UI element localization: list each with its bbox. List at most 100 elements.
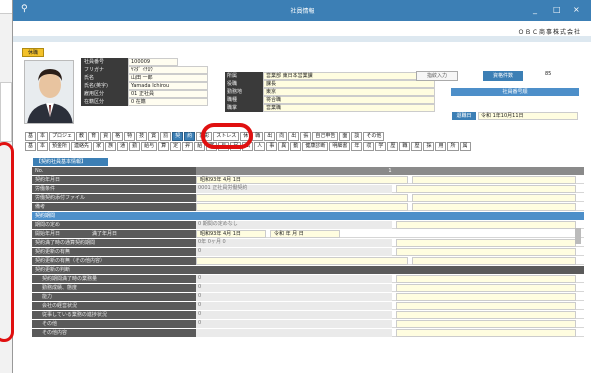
name-field[interactable]: 山田 一郎 [128,74,208,82]
job-type-field[interactable]: 将合職 [263,96,435,104]
tab-item[interactable]: 歴 [387,142,399,151]
employee-number-field[interactable]: 100009 [128,58,178,66]
tab-item[interactable]: 職 [399,142,411,151]
tab-item[interactable]: 談 [351,132,363,141]
furigana-field[interactable]: ﾔﾏﾀﾞ ｲﾁﾛｳ [128,66,208,74]
form-value[interactable] [196,257,408,265]
form-input[interactable] [396,221,576,229]
tab-item[interactable]: 格 [112,132,124,141]
tab-item[interactable]: 自己申告 [312,132,339,141]
tab-item[interactable]: 所 [447,142,459,151]
department-field[interactable]: 営業部 東日本営業課 [263,72,435,80]
tab-item[interactable]: 育 [88,132,100,141]
tab-item[interactable]: 技 [136,132,148,141]
tab-item[interactable]: 向 [276,132,288,141]
form-value[interactable]: 0 [196,320,392,328]
scrollbar-thumb[interactable] [575,228,581,244]
tab-item[interactable]: 事 [266,142,278,151]
tab-item[interactable]: 算 [158,142,170,151]
tab-item[interactable]: 賞 [148,132,160,141]
form-input[interactable] [412,194,576,202]
tab-item[interactable]: 教 [76,132,88,141]
form-input[interactable] [412,257,576,265]
tab-item[interactable]: 出 [264,132,276,141]
form-input[interactable] [396,311,576,319]
employee-number-order-bar[interactable]: 社員番号順 [451,88,579,96]
tab-item[interactable]: 基 [25,142,37,151]
start-date-field[interactable]: 昭和93年 4月 1日 [196,230,266,238]
tab-item[interactable]: 異 [278,142,290,151]
tab-item[interactable]: 人 [254,142,266,151]
form-input[interactable] [396,293,576,301]
enrollment-status-field[interactable]: 0 在籍 [128,98,208,106]
form-input[interactable] [396,284,576,292]
tab-item[interactable]: 罰 [160,132,172,141]
tab-item[interactable]: 資 [100,132,112,141]
form-input[interactable] [412,203,576,211]
tab-item[interactable]: 基 [25,132,37,141]
form-input[interactable] [396,248,576,256]
tab-item[interactable]: 用 [435,142,447,151]
tab-item[interactable]: 張 [300,132,312,141]
tab-item[interactable]: 面 [339,132,351,141]
qualification-count-button[interactable]: 資格件数 [483,71,523,81]
tab-item[interactable]: その他 [363,132,385,141]
retire-date-field[interactable]: 令和 1年10月11日 [478,112,578,120]
form-value[interactable] [196,329,392,337]
form-value[interactable]: 0 [196,293,392,301]
tab-item[interactable]: 収 [363,142,375,151]
tab-item[interactable]: 約 [184,132,196,141]
tab-item[interactable]: 属 [459,142,471,151]
tab-item[interactable]: 本 [37,142,49,151]
form-value[interactable]: 0 [196,284,392,292]
form-value[interactable] [196,194,408,202]
position-field[interactable]: 課長 [263,80,435,88]
tab-item[interactable]: 定 [170,142,182,151]
tab-item[interactable]: 通 [117,142,129,151]
tab-item[interactable]: 預金所 [49,142,71,151]
form-input[interactable] [396,275,576,283]
tab-item[interactable]: 本 [37,132,49,141]
form-value[interactable]: 昭和93年 4月 1日 [196,176,408,184]
tab-item[interactable]: 給与 [141,142,158,151]
form-value[interactable]: 0 [196,302,392,310]
form-value[interactable] [196,203,408,211]
tab-item[interactable]: 昇 [182,142,194,151]
form-value[interactable]: 0001 正社員労働契約 [196,185,392,193]
form-input[interactable] [396,329,576,337]
close-button[interactable]: × [573,5,580,14]
maximize-button[interactable]: □ [553,5,561,14]
tab-item[interactable]: 健康診断 [302,142,329,151]
tab-item[interactable]: 採 [423,142,435,151]
form-input[interactable] [396,302,576,310]
tab-item[interactable]: 出 [288,132,300,141]
job-category-field[interactable]: 営業職 [263,104,435,112]
work-location-field[interactable]: 東京 [263,88,435,96]
tab-item[interactable]: 年 [351,142,363,151]
tab-item[interactable]: 勤 [129,142,141,151]
form-input[interactable] [396,239,576,247]
name-english-field[interactable]: Yamada Ichirou [128,82,208,90]
tab-item[interactable]: プロジェ [49,132,76,141]
form-value[interactable]: 0 [196,248,392,256]
form-input[interactable] [396,185,576,193]
tab-item[interactable]: 家 [93,142,105,151]
form-value[interactable]: 0年 0ヶ月 0 [196,239,392,247]
tab-item[interactable]: 特 [124,132,136,141]
form-input[interactable] [396,320,576,328]
form-value[interactable]: 0 [196,275,392,283]
tab-item[interactable]: 学 [375,142,387,151]
fingerprint-input-button[interactable]: 指紋入力 [416,71,458,81]
tab-item[interactable]: 契 [172,132,184,141]
tab-item[interactable]: 明細書 [329,142,351,151]
tab-item[interactable]: 職 [252,132,264,141]
form-input[interactable] [412,176,576,184]
form-value[interactable]: 0 [196,311,392,319]
tab-item[interactable]: 歴 [411,142,423,151]
employment-type-field[interactable]: 01 正社員 [128,90,208,98]
form-value[interactable]: 0 期間の定めなし [196,221,392,229]
tab-item[interactable]: 動 [290,142,302,151]
tab-item[interactable]: 族 [105,142,117,151]
end-date-field[interactable]: 令和 年 月 日 [270,230,340,238]
tab-item[interactable]: 連絡先 [71,142,93,151]
